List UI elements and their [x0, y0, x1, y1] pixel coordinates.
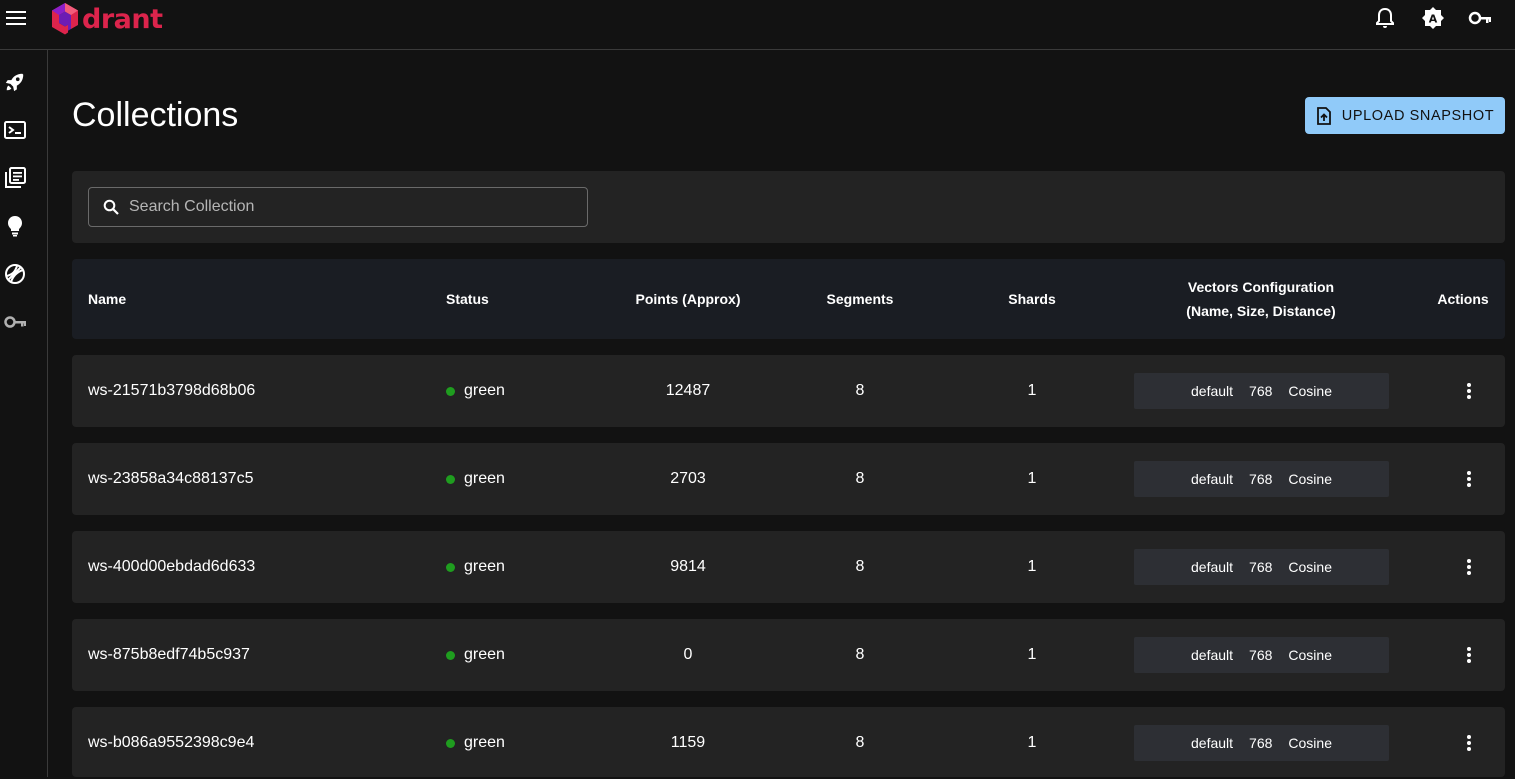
shards-cell: 1: [1027, 382, 1037, 399]
header-vectors-line2: (Name, Size, Distance): [1186, 303, 1336, 319]
vector-size: 768: [1249, 559, 1273, 575]
collection-name[interactable]: ws-875b8edf74b5c937: [88, 619, 250, 691]
points-cell: 1159: [670, 734, 706, 751]
segments-cell: 8: [855, 558, 865, 575]
shards-cell: 1: [1027, 470, 1037, 487]
points-cell: 2703: [670, 470, 706, 487]
top-app-bar: drant A: [0, 0, 1515, 50]
table-row[interactable]: ws-b086a9552398c9e4 green 1159 8 1 defau…: [72, 707, 1505, 777]
status-cell: green: [446, 443, 505, 515]
vector-name: default: [1191, 383, 1234, 399]
header-shards[interactable]: Shards: [932, 259, 1132, 339]
status-cell: green: [446, 355, 505, 427]
shards-cell: 1: [1027, 558, 1037, 575]
segments-cell: 8: [855, 734, 865, 751]
header-vectors-line1: Vectors Configuration: [1187, 279, 1335, 295]
header-name[interactable]: Name: [88, 259, 288, 339]
status-text: green: [464, 646, 505, 663]
shards-cell: 1: [1027, 734, 1037, 751]
upload-snapshot-label: UPLOAD SNAPSHOT: [1341, 107, 1495, 124]
status-text: green: [464, 558, 505, 575]
status-dot: [446, 650, 455, 660]
svg-text:A: A: [1429, 13, 1438, 26]
status-dot: [446, 738, 455, 748]
vector-name: default: [1191, 471, 1234, 487]
vector-distance: Cosine: [1288, 559, 1332, 575]
table-row[interactable]: ws-21571b3798d68b06 green 12487 8 1 defa…: [72, 355, 1505, 427]
vector-config-chip: default 768 Cosine: [1134, 461, 1389, 497]
status-text: green: [464, 382, 505, 399]
table-row[interactable]: ws-875b8edf74b5c937 green 0 8 1 default 7…: [72, 619, 1505, 691]
status-cell: green: [446, 531, 505, 603]
qdrant-logo-mark: [52, 3, 78, 35]
points-cell: 9814: [670, 558, 706, 575]
status-text: green: [464, 470, 505, 487]
more-actions-icon[interactable]: [1457, 643, 1481, 667]
collection-name[interactable]: ws-400d00ebdad6d633: [88, 531, 255, 603]
sidebar: [0, 50, 48, 777]
theme-icon[interactable]: A: [1421, 6, 1445, 30]
vector-size: 768: [1249, 735, 1273, 751]
table-row[interactable]: ws-400d00ebdad6d633 green 9814 8 1 defau…: [72, 531, 1505, 603]
lightbulb-icon[interactable]: [3, 214, 27, 238]
vector-size: 768: [1249, 471, 1273, 487]
shards-cell: 1: [1027, 646, 1037, 663]
vector-size: 768: [1249, 647, 1273, 663]
search-input[interactable]: [127, 197, 567, 217]
search-box: [88, 187, 588, 227]
header-actions: Actions: [1437, 291, 1489, 307]
logo-text: drant: [82, 3, 163, 35]
rocket-icon[interactable]: [3, 70, 27, 94]
vector-size: 768: [1249, 383, 1273, 399]
more-actions-icon[interactable]: [1457, 379, 1481, 403]
file-upload-icon: [1316, 106, 1332, 125]
points-cell: 0: [683, 646, 693, 663]
vector-name: default: [1191, 735, 1234, 751]
more-actions-icon[interactable]: [1457, 731, 1481, 755]
vector-config-chip: default 768 Cosine: [1134, 549, 1389, 585]
more-actions-icon[interactable]: [1457, 555, 1481, 579]
collection-name[interactable]: ws-b086a9552398c9e4: [88, 707, 254, 779]
bell-icon[interactable]: [1373, 6, 1397, 30]
status-cell: green: [446, 707, 505, 779]
status-dot: [446, 562, 455, 572]
vector-name: default: [1191, 647, 1234, 663]
status-dot: [446, 386, 455, 396]
vector-config-chip: default 768 Cosine: [1134, 637, 1389, 673]
status-cell: green: [446, 619, 505, 691]
table-row[interactable]: ws-23858a34c88137c5 green 2703 8 1 defau…: [72, 443, 1505, 515]
header-segments[interactable]: Segments: [760, 259, 960, 339]
vector-config-chip: default 768 Cosine: [1134, 373, 1389, 409]
console-icon[interactable]: [3, 118, 27, 142]
collection-name[interactable]: ws-23858a34c88137c5: [88, 443, 253, 515]
collection-name[interactable]: ws-21571b3798d68b06: [88, 355, 255, 427]
segments-cell: 8: [855, 382, 865, 399]
vector-distance: Cosine: [1288, 471, 1332, 487]
header-vectors-config[interactable]: Vectors Configuration (Name, Size, Dista…: [1111, 259, 1411, 339]
collections-icon[interactable]: [3, 166, 27, 190]
segments-cell: 8: [855, 646, 865, 663]
vector-name: default: [1191, 559, 1234, 575]
upload-snapshot-button[interactable]: UPLOAD SNAPSHOT: [1305, 97, 1505, 134]
qdrant-logo[interactable]: drant: [50, 2, 163, 36]
search-card: [72, 171, 1505, 243]
table-header: Name Status Points (Approx) Segments Sha…: [72, 259, 1505, 339]
search-icon: [103, 199, 119, 215]
api-key-icon[interactable]: [3, 310, 27, 334]
datasets-icon[interactable]: [3, 262, 27, 286]
vector-distance: Cosine: [1288, 735, 1332, 751]
status-text: green: [464, 734, 505, 751]
vector-config-chip: default 768 Cosine: [1134, 725, 1389, 761]
vector-distance: Cosine: [1288, 647, 1332, 663]
header-points[interactable]: Points (Approx): [588, 259, 788, 339]
segments-cell: 8: [855, 470, 865, 487]
vector-distance: Cosine: [1288, 383, 1332, 399]
points-cell: 12487: [665, 382, 711, 399]
more-actions-icon[interactable]: [1457, 467, 1481, 491]
page-title: Collections: [72, 96, 239, 134]
key-icon[interactable]: [1468, 6, 1492, 30]
status-dot: [446, 474, 455, 484]
menu-icon[interactable]: [4, 6, 28, 30]
